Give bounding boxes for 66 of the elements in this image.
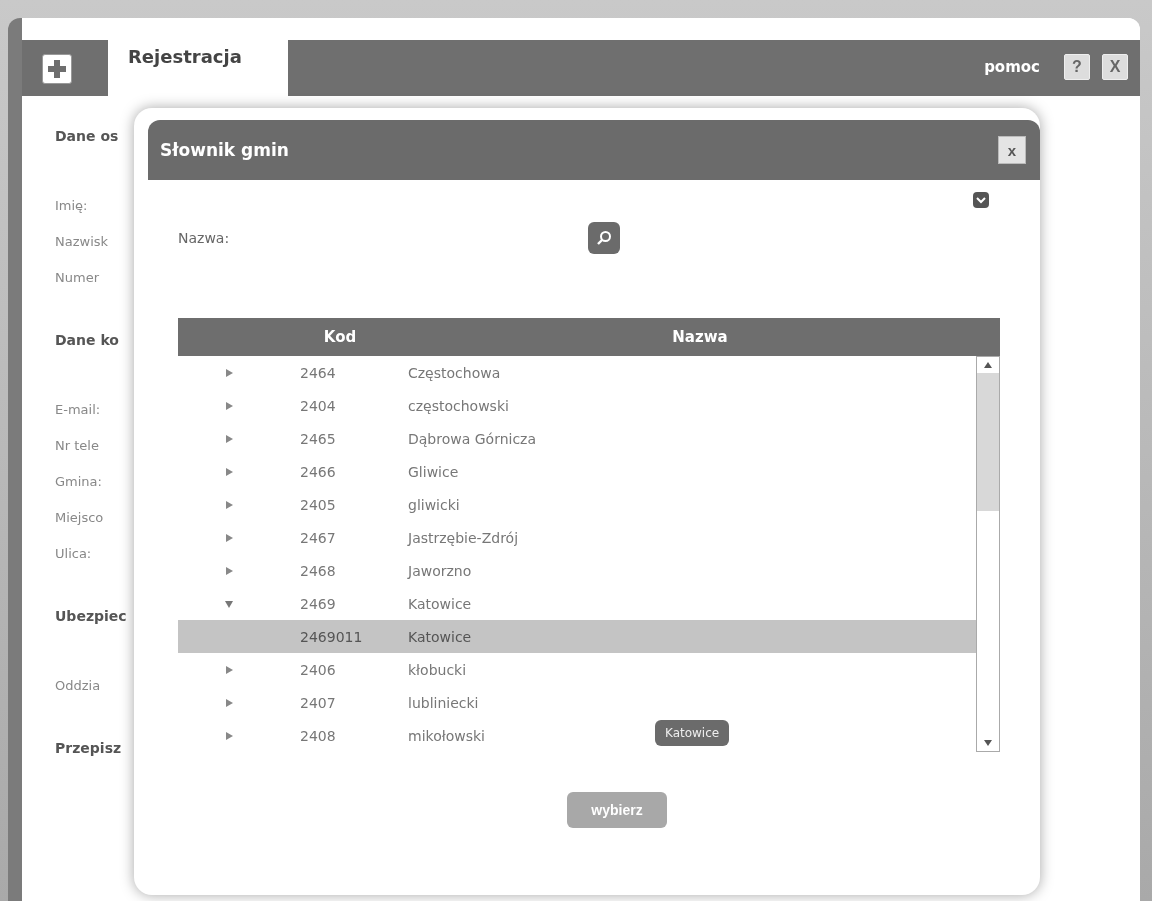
expander-icon[interactable] <box>224 532 234 543</box>
table-cell-text: 2469 <box>299 595 337 612</box>
table-cell-text: 2467 <box>299 529 337 546</box>
section-heading: Dane os <box>55 128 120 146</box>
section-heading: Dane ko <box>55 332 120 350</box>
expander-icon[interactable] <box>224 466 234 477</box>
table-row[interactable]: 2469011 Katowice <box>178 620 976 653</box>
field-label: Ulica: <box>55 546 93 563</box>
field-label: Imię: <box>55 198 89 215</box>
help-button[interactable]: ? <box>1064 54 1090 80</box>
table-cell-text: Dąbrowa Górnicza <box>407 430 537 447</box>
expander-icon[interactable] <box>224 433 234 444</box>
table-cell-text: 2464 <box>299 364 337 381</box>
field-label: Nazwisk <box>55 234 110 251</box>
table-cell-text: 2404 <box>299 397 337 414</box>
column-header[interactable]: Nazwa <box>400 328 1000 346</box>
table-cell-text: Gliwice <box>407 463 459 480</box>
search-icon <box>596 230 612 246</box>
table-cell-text: 2406 <box>299 661 337 678</box>
table-cell-text: lubliniecki <box>407 694 479 711</box>
table-cell-text: 2465 <box>299 430 337 447</box>
scroll-up-icon[interactable] <box>983 361 993 369</box>
field-label: Gmina: <box>55 474 103 491</box>
field-label: Miejsco <box>55 510 105 527</box>
search-label: Nazwa: <box>178 230 231 246</box>
table-cell-text: kłobucki <box>407 661 467 678</box>
section-heading: Ubezpiec <box>55 608 128 626</box>
table-cell-text: Jaworzno <box>406 562 472 579</box>
scroll-down-icon[interactable] <box>983 739 993 747</box>
search-button[interactable] <box>588 222 620 254</box>
table-cell-text: Katowice <box>407 628 472 645</box>
section-heading: Przepisz <box>55 740 123 758</box>
field-label: Nr tele <box>55 438 100 455</box>
table-cell-text: 2408 <box>299 727 337 744</box>
table-cell-text: 2405 <box>299 496 337 513</box>
help-link[interactable]: pomoc <box>984 58 1040 76</box>
chevron-down-icon <box>976 196 986 204</box>
table-cell-text: Częstochowa <box>407 364 501 381</box>
expander-icon[interactable] <box>224 499 234 510</box>
field-label: E-mail: <box>55 402 102 419</box>
logo-icon <box>42 54 72 84</box>
table-cell-text: 2466 <box>299 463 337 480</box>
column-header[interactable]: Kod <box>280 328 400 346</box>
table-cell-text: 2468 <box>299 562 337 579</box>
table-cell-text: częstochowski <box>407 397 509 414</box>
expander-icon[interactable] <box>224 697 234 708</box>
close-button[interactable]: X <box>1102 54 1128 80</box>
table-cell-text: mikołowski <box>407 727 485 744</box>
expander-icon[interactable] <box>224 367 234 378</box>
expander-icon[interactable] <box>224 400 234 411</box>
table-cell-text: 2407 <box>299 694 337 711</box>
scrollbar[interactable] <box>976 356 1000 752</box>
expander-icon[interactable] <box>224 730 234 741</box>
field-label: Numer <box>55 270 100 287</box>
table-cell-text: Katowice <box>407 595 472 612</box>
tooltip: Katowice <box>655 720 730 746</box>
expander-icon[interactable] <box>224 598 234 609</box>
table-cell-text: Jastrzębie-Zdrój <box>406 529 519 546</box>
collapse-button[interactable] <box>973 192 989 208</box>
table-cell-text: 2469011 <box>299 628 364 645</box>
dialog-title: Słownik gmin <box>160 140 290 160</box>
table-cell-text: gliwicki <box>407 496 460 513</box>
close-button[interactable]: x <box>998 136 1026 164</box>
expander-icon[interactable] <box>224 565 234 576</box>
field-label: Oddzia <box>55 678 102 695</box>
expander-icon[interactable] <box>224 664 234 675</box>
